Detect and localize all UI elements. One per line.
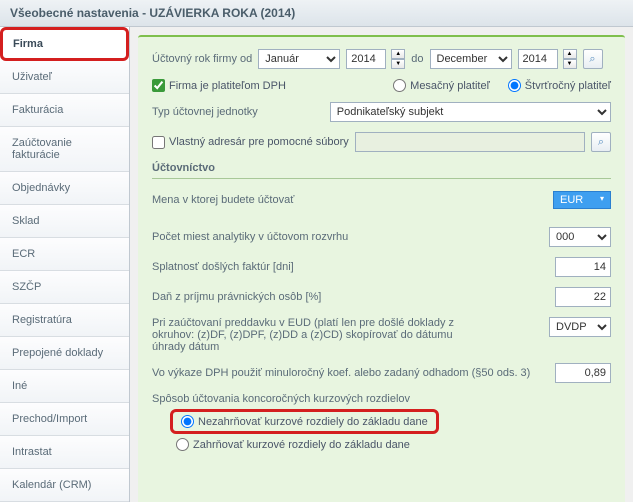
browse-icon[interactable]: ⌕ [591, 132, 611, 152]
currency-select[interactable]: EUR [553, 191, 611, 209]
aux-dir-label: Vlastný adresár pre pomocné súbory [169, 136, 349, 148]
sidebar-item-0[interactable]: Firma [0, 27, 129, 61]
to-year-spinner[interactable]: ▲▼ [563, 49, 577, 69]
sidebar-item-12[interactable]: Intrastat [0, 436, 129, 469]
eud-select[interactable]: DVDP [549, 317, 611, 337]
dph-checkbox-wrap[interactable]: Firma je platiteľom DPH [152, 79, 286, 92]
sidebar-item-3[interactable]: Zaúčtovanie fakturácie [0, 127, 129, 172]
accounting-section-title: Účtovníctvo [152, 162, 611, 179]
sidebar-item-4[interactable]: Objednávky [0, 172, 129, 205]
search-icon[interactable]: ⌕ [583, 49, 603, 69]
kurz-option-1-label: Nezahrňovať kurzové rozdiely do základu … [198, 416, 428, 428]
kurz-option-1-highlight: Nezahrňovať kurzové rozdiely do základu … [170, 409, 439, 434]
payer-quarterly-radio[interactable] [508, 79, 521, 92]
payer-quarterly-label: Štvrťročný platiteľ [525, 80, 611, 92]
kurz-option-1[interactable]: Nezahrňovať kurzové rozdiely do základu … [181, 415, 428, 428]
analytics-select[interactable]: 000 [549, 227, 611, 247]
sidebar-item-7[interactable]: SZČP [0, 271, 129, 304]
sidebar-item-5[interactable]: Sklad [0, 205, 129, 238]
sidebar-item-10[interactable]: Iné [0, 370, 129, 403]
fiscal-year-label: Účtovný rok firmy od [152, 53, 252, 65]
to-label: do [411, 53, 423, 65]
sidebar: FirmaUživateľFakturáciaZaúčtovanie faktu… [0, 27, 130, 502]
analytics-label: Počet miest analytiky v účtovom rozvrhu [152, 231, 348, 243]
sidebar-item-13[interactable]: Kalendár (CRM) [0, 469, 129, 502]
dph-coef-label: Vo výkaze DPH použiť minuloročný koef. a… [152, 367, 530, 379]
due-label: Splatnosť došlých faktúr [dni] [152, 261, 294, 273]
unit-type-label: Typ účtovnej jednotky [152, 106, 258, 118]
sidebar-item-6[interactable]: ECR [0, 238, 129, 271]
sidebar-item-9[interactable]: Prepojené doklady [0, 337, 129, 370]
kurz-label: Spôsob účtovania koncoročných kurzových … [152, 393, 410, 405]
tax-label: Daň z príjmu právnických osôb [%] [152, 291, 321, 303]
sidebar-item-11[interactable]: Prechod/Import [0, 403, 129, 436]
kurz-radio-2[interactable] [176, 438, 189, 451]
currency-label: Mena v ktorej budete účtovať [152, 194, 294, 206]
due-input[interactable] [555, 257, 611, 277]
main-panel: Účtovný rok firmy od Január ▲▼ do Decemb… [138, 35, 625, 502]
kurz-option-2-label: Zahrňovať kurzové rozdiely do základu da… [193, 439, 410, 451]
unit-type-select[interactable]: Podnikateľský subjekt [330, 102, 611, 122]
payer-monthly-label: Mesačný platiteľ [410, 80, 490, 92]
to-year-input[interactable] [518, 49, 558, 69]
from-year-input[interactable] [346, 49, 386, 69]
tax-input[interactable] [555, 287, 611, 307]
to-month-select[interactable]: December [430, 49, 512, 69]
from-month-select[interactable]: Január [258, 49, 340, 69]
from-year-spinner[interactable]: ▲▼ [391, 49, 405, 69]
kurz-option-2[interactable]: Zahrňovať kurzové rozdiely do základu da… [176, 438, 410, 451]
payer-monthly-option[interactable]: Mesačný platiteľ [393, 79, 490, 92]
aux-dir-checkbox-wrap[interactable]: Vlastný adresár pre pomocné súbory [152, 136, 349, 149]
aux-dir-checkbox[interactable] [152, 136, 165, 149]
payer-quarterly-option[interactable]: Štvrťročný platiteľ [508, 79, 611, 92]
dph-checkbox[interactable] [152, 79, 165, 92]
aux-dir-field [355, 132, 585, 152]
dph-checkbox-label: Firma je platiteľom DPH [169, 80, 286, 92]
window-title: Všeobecné nastavenia - UZÁVIERKA ROKA (2… [0, 0, 633, 27]
sidebar-item-2[interactable]: Fakturácia [0, 94, 129, 127]
eud-label: Pri zaúčtovaní preddavku v EUD (platí le… [152, 317, 482, 353]
dph-coef-input[interactable] [555, 363, 611, 383]
sidebar-item-1[interactable]: Uživateľ [0, 61, 129, 94]
kurz-radio-1[interactable] [181, 415, 194, 428]
sidebar-item-8[interactable]: Registratúra [0, 304, 129, 337]
payer-monthly-radio[interactable] [393, 79, 406, 92]
